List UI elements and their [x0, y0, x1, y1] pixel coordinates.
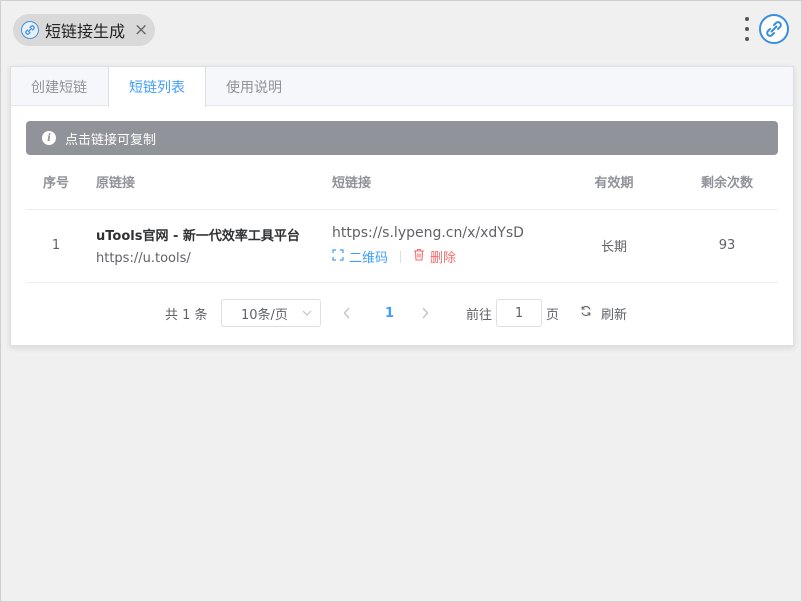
page-size-select[interactable]: 10条/页 [221, 299, 321, 327]
qrcode-button[interactable]: 二维码 [332, 247, 388, 266]
tab-help[interactable]: 使用说明 [206, 67, 303, 106]
total-count: 共 1 条 [165, 307, 208, 323]
delete-label: 删除 [430, 251, 457, 266]
header-remaining: 剩余次数 [676, 155, 778, 210]
close-icon[interactable]: × [134, 21, 148, 39]
info-alert: i 点击链接可复制 [26, 121, 778, 155]
refresh-label: 刷新 [601, 307, 628, 323]
prev-page-button[interactable] [343, 299, 351, 327]
app-logo-icon[interactable] [759, 14, 789, 44]
link-logo-icon [21, 21, 39, 39]
main-card: 创建短链 短链列表 使用说明 i 点击链接可复制 序号 原链接 短链接 有效期 … [10, 66, 794, 346]
header-index: 序号 [26, 155, 86, 210]
original-link-title: uTools官网 - 新一代效率工具平台 [96, 229, 300, 244]
page-unit-label: 页 [546, 307, 560, 323]
alert-text: 点击链接可复制 [65, 132, 157, 148]
qrcode-label: 二维码 [349, 251, 389, 266]
short-link-url[interactable]: https://s.lypeng.cn/x/xdYsD [332, 225, 552, 241]
header-short: 短链接 [322, 155, 552, 210]
remaining-cell: 93 [676, 209, 778, 283]
refresh-button[interactable]: 刷新 [580, 299, 627, 327]
more-menu-icon[interactable] [743, 17, 751, 41]
row-index: 1 [26, 209, 86, 283]
page-size-value: 10条/页 [241, 307, 288, 323]
header-expiry: 有效期 [552, 155, 676, 210]
tab-list[interactable]: 短链列表 [108, 67, 206, 107]
refresh-icon [580, 305, 592, 321]
info-icon: i [42, 131, 56, 145]
goto-label: 前往 [466, 307, 493, 323]
expiry-cell: 长期 [552, 209, 676, 283]
tab-create[interactable]: 创建短链 [11, 67, 108, 106]
tab-bar: 创建短链 短链列表 使用说明 [11, 67, 793, 107]
header-original: 原链接 [86, 155, 322, 210]
chevron-down-icon [302, 308, 312, 319]
next-page-button[interactable] [421, 299, 429, 327]
original-link-cell: uTools官网 - 新一代效率工具平台 https://u.tools/ [86, 209, 322, 283]
pagination: 共 1 条 10条/页 1 前往 页 刷新 [11, 299, 793, 327]
original-link-url: https://u.tools/ [96, 251, 191, 266]
trash-icon [413, 248, 425, 265]
table-header-row: 序号 原链接 短链接 有效期 剩余次数 [26, 155, 778, 210]
links-table: 序号 原链接 短链接 有效期 剩余次数 1 uTools官网 - 新一代效率工具… [26, 155, 778, 283]
qrcode-icon [332, 248, 344, 265]
plugin-chip[interactable]: 短链接生成 × [13, 14, 155, 46]
delete-button[interactable]: 删除 [413, 247, 456, 266]
short-link-cell: https://s.lypeng.cn/x/xdYsD 二维码 删除 [322, 209, 552, 283]
plugin-title: 短链接生成 [45, 22, 126, 41]
goto-page-input[interactable] [496, 299, 542, 327]
page-number[interactable]: 1 [385, 299, 394, 327]
action-divider [400, 250, 402, 263]
table-row: 1 uTools官网 - 新一代效率工具平台 https://u.tools/ … [26, 209, 778, 283]
